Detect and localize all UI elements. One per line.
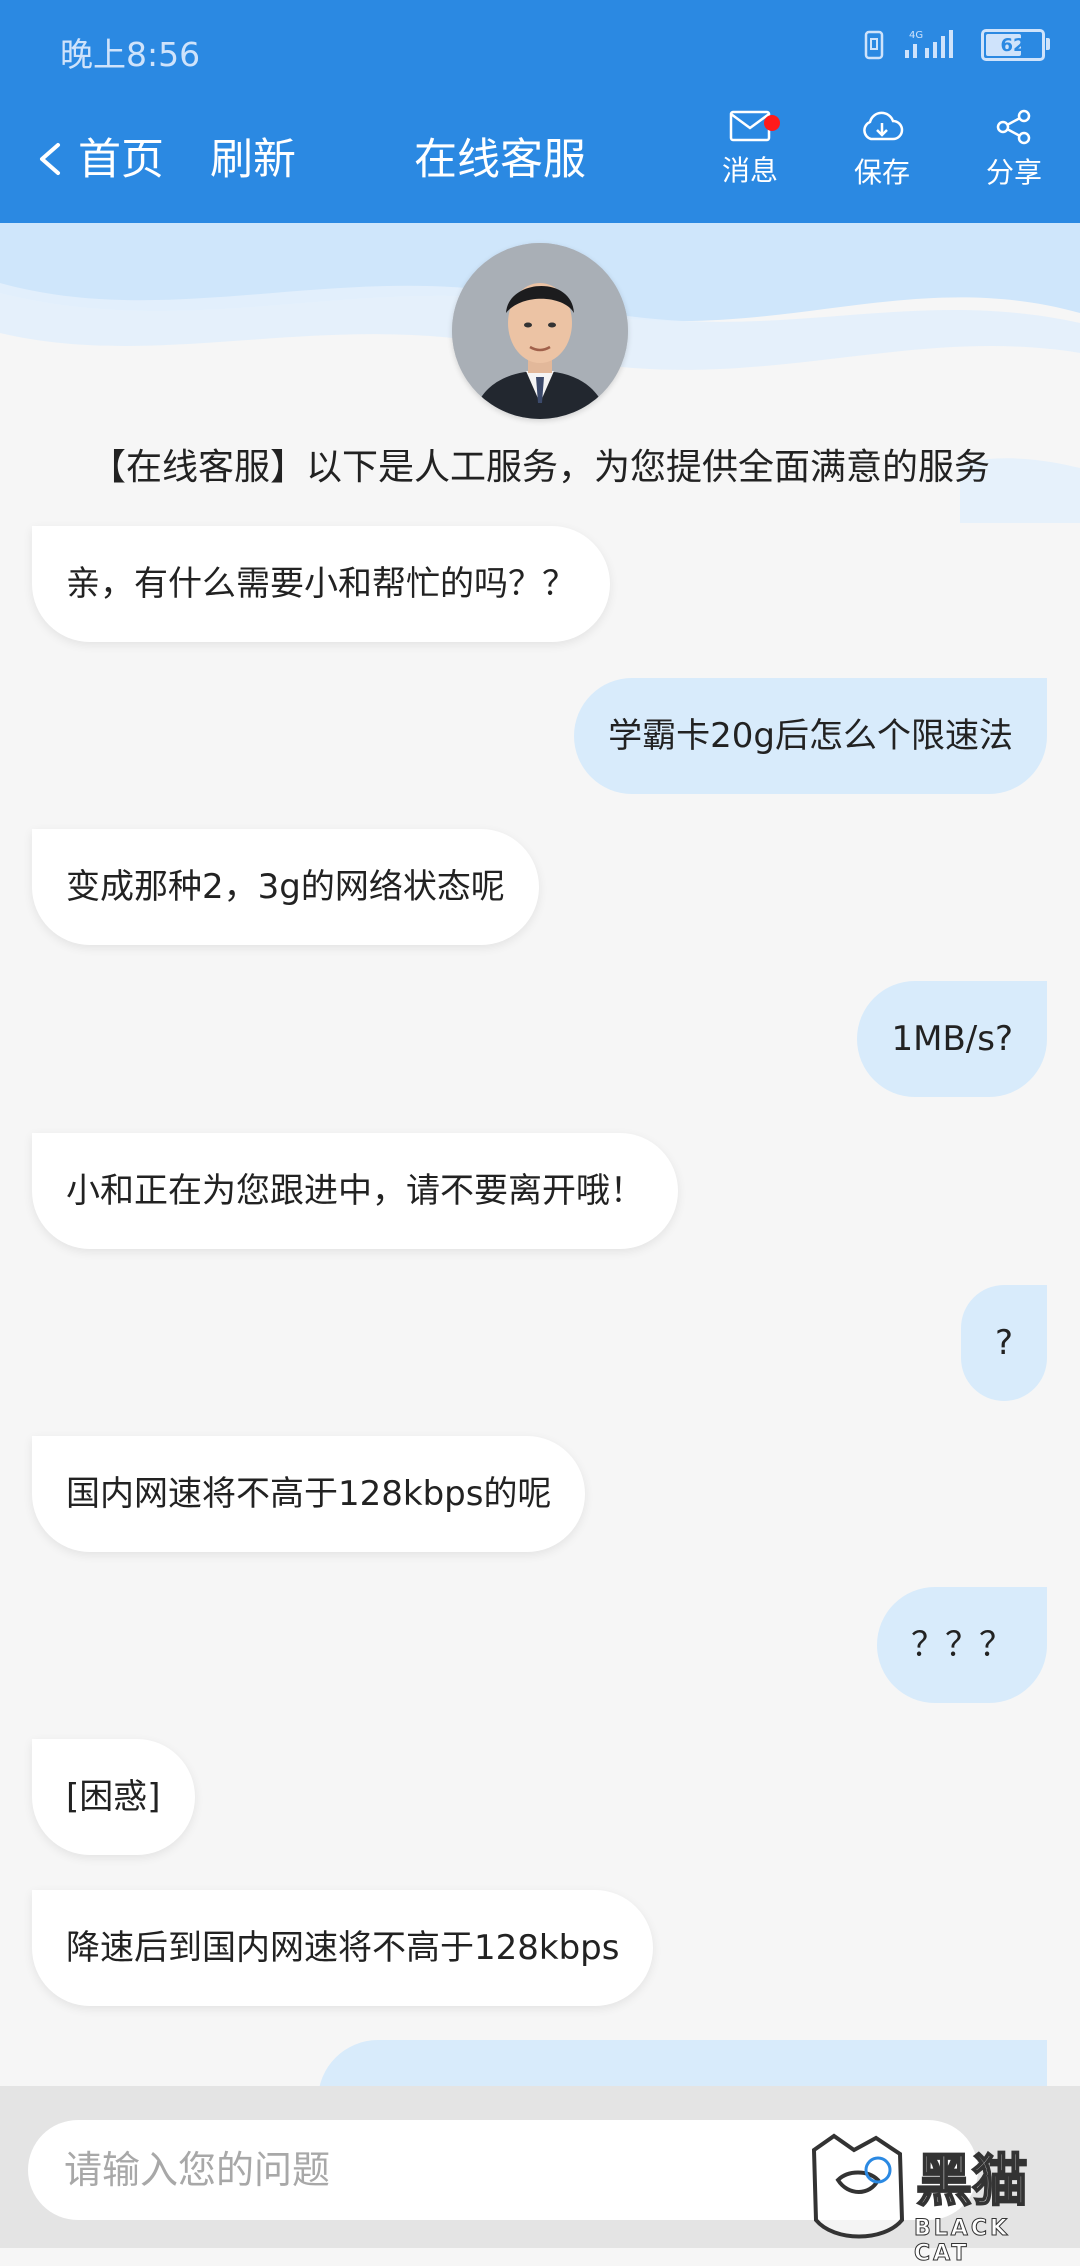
- share-icon: [996, 109, 1031, 145]
- agent-message: 亲，有什么需要小和帮忙的吗？？: [32, 526, 610, 642]
- nav-refresh-link[interactable]: 刷新: [210, 125, 296, 187]
- share-label: 分享: [985, 156, 1042, 189]
- status-icons: 4G 62: [863, 28, 1050, 62]
- status-time: 晚上8:56: [60, 35, 201, 74]
- agent-photo: [452, 243, 628, 419]
- battery-icon: 62: [981, 29, 1050, 61]
- vibrate-icon: [864, 30, 884, 60]
- status-bar: 晚上8:56 4G 62: [0, 0, 1080, 95]
- save-label: 保存: [853, 156, 910, 189]
- watermark-text: 黑猫: [915, 2148, 1029, 2215]
- watermark-subtext: BLACK CAT: [914, 2216, 1011, 2266]
- agent-message: 小和正在为您跟进中，请不要离开哦！: [32, 1133, 678, 1249]
- user-message: 学霸卡20g后怎么个限速法: [574, 678, 1047, 794]
- network-type-label: 4G: [909, 30, 923, 41]
- agent-message: 国内网速将不高于128kbps的呢: [32, 1436, 586, 1552]
- message-label: 消息: [721, 154, 778, 187]
- nav-home-link[interactable]: 首页: [78, 125, 164, 187]
- back-chevron-icon[interactable]: [26, 131, 76, 187]
- user-message: ？？？: [877, 1587, 1047, 1703]
- agent-message: [困惑]: [32, 1739, 195, 1855]
- message-button[interactable]: 消息: [700, 109, 800, 189]
- agent-message: 降速后到国内网速将不高于128kbps: [32, 1890, 654, 2006]
- user-message: ?: [960, 1285, 1047, 1401]
- signal-icon: 4G: [905, 30, 953, 58]
- agent-avatar: [452, 243, 628, 419]
- nav-bar: 首页 刷新 在线客服 消息 保存 分享: [0, 95, 1080, 223]
- share-button[interactable]: 分享: [964, 109, 1064, 191]
- user-message: 1MB/s?: [857, 981, 1047, 1097]
- black-cat-watermark: 黑猫 BLACK CAT: [804, 2130, 1074, 2266]
- battery-level: 62: [1000, 34, 1026, 56]
- service-notice: 【在线客服】以下是人工服务，为您提供全面满意的服务: [89, 447, 990, 488]
- save-button[interactable]: 保存: [832, 109, 932, 191]
- message-badge: [764, 115, 780, 131]
- page-title: 在线客服: [414, 135, 586, 185]
- black-cat-logo-icon: [811, 2133, 905, 2239]
- agent-message: 变成那种2，3g的网络状态呢: [32, 829, 539, 945]
- cloud-download-icon: [863, 111, 904, 141]
